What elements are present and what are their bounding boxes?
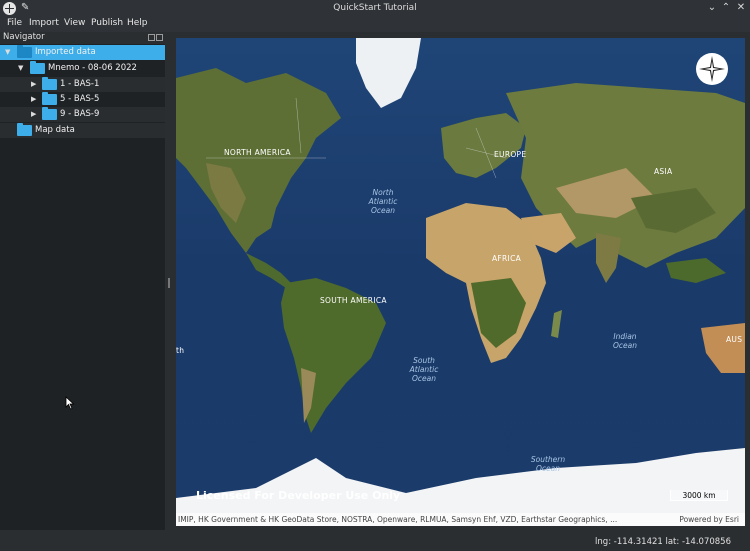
float-icon[interactable]	[148, 34, 155, 41]
status-bar: lng: -114.31421 lat: -14.070856	[0, 530, 750, 551]
label-asia: ASIA	[654, 167, 673, 176]
tree-item-label: Map data	[35, 125, 75, 135]
menu-publish[interactable]: Publish	[91, 18, 123, 28]
folder-icon	[42, 77, 57, 90]
close-panel-icon[interactable]	[156, 34, 163, 41]
label-partial: th	[176, 346, 185, 355]
navigator-header: Navigator	[0, 32, 165, 44]
close-icon[interactable]: ✕	[734, 1, 748, 15]
label-north-atlantic-ocean: North Atlantic Ocean	[368, 188, 398, 215]
scale-bar-label: 3000 km	[682, 491, 716, 500]
label-europe: EUROPE	[494, 150, 527, 159]
navigator-title: Navigator	[3, 32, 45, 42]
folder-icon	[17, 45, 32, 58]
label-africa: AFRICA	[492, 254, 522, 263]
collapse-arrow-icon[interactable]: ▶	[31, 95, 36, 103]
collapse-arrow-icon[interactable]: ▶	[31, 110, 36, 118]
coordinates-readout: lng: -114.31421 lat: -14.070856	[595, 537, 731, 547]
tree-item-bas-1[interactable]: ▶ 1 - BAS-1	[0, 77, 165, 92]
menu-bar: File Import View Publish Help	[0, 17, 750, 32]
license-watermark: Licensed For Developer Use Only	[196, 489, 401, 502]
label-south-atlantic-ocean: South Atlantic Ocean	[409, 356, 439, 383]
powered-by-link[interactable]: Powered by Esri	[679, 515, 739, 524]
minimize-icon[interactable]: ⌄	[705, 1, 719, 15]
menu-import[interactable]: Import	[29, 18, 59, 28]
label-indian-ocean: Indian Ocean	[613, 332, 637, 350]
map-view[interactable]: NORTH AMERICA EUROPE ASIA AFRICA SOUTH A…	[176, 38, 745, 526]
menu-view[interactable]: View	[64, 18, 85, 28]
expand-arrow-icon[interactable]: ▼	[5, 48, 10, 56]
tree-item-mnemo[interactable]: ▼ Mnemo - 08-06 2022	[0, 61, 165, 76]
label-south-america: SOUTH AMERICA	[320, 296, 387, 305]
world-imagery	[176, 38, 745, 526]
tree-item-label: Mnemo - 08-06 2022	[48, 63, 137, 73]
tree-item-bas-9[interactable]: ▶ 9 - BAS-9	[0, 107, 165, 122]
panel-splitter[interactable]	[165, 32, 175, 530]
menu-help[interactable]: Help	[127, 18, 148, 28]
tree-item-bas-5[interactable]: ▶ 5 - BAS-5	[0, 92, 165, 107]
menu-file[interactable]: File	[7, 18, 22, 28]
tree-item-map-data[interactable]: Map data	[0, 123, 165, 138]
folder-icon	[42, 107, 57, 120]
maximize-icon[interactable]: ⌃	[719, 1, 733, 15]
globe-folder-icon	[17, 123, 32, 136]
folder-icon	[30, 61, 45, 74]
folder-icon	[42, 92, 57, 105]
attribution-text: IMIP, HK Government & HK GeoData Store, …	[178, 515, 618, 524]
title-bar: ✎ QuickStart Tutorial ⌄ ⌃ ✕	[0, 0, 750, 17]
splitter-handle[interactable]	[168, 278, 170, 288]
compass-icon[interactable]	[696, 53, 728, 85]
window-title: QuickStart Tutorial	[333, 3, 417, 13]
tree-item-label: 5 - BAS-5	[60, 94, 100, 104]
tree-item-label: 9 - BAS-9	[60, 109, 100, 119]
tree-item-label: Imported data	[35, 47, 96, 57]
tree-item-imported-data[interactable]: ▼ Imported data	[0, 45, 165, 60]
label-aus: AUS	[726, 335, 743, 344]
attribution-bar: IMIP, HK Government & HK GeoData Store, …	[176, 513, 745, 526]
navigator-panel: Navigator ▼ Imported data ▼ Mnemo - 08-0…	[0, 32, 165, 530]
label-north-america: NORTH AMERICA	[224, 148, 291, 157]
tree-item-label: 1 - BAS-1	[60, 79, 100, 89]
expand-arrow-icon[interactable]: ▼	[18, 64, 23, 72]
scale-bar: 3000 km	[670, 490, 728, 501]
label-southern-ocean: Southern Ocean	[530, 455, 566, 473]
collapse-arrow-icon[interactable]: ▶	[31, 80, 36, 88]
mouse-cursor-icon	[65, 396, 75, 410]
